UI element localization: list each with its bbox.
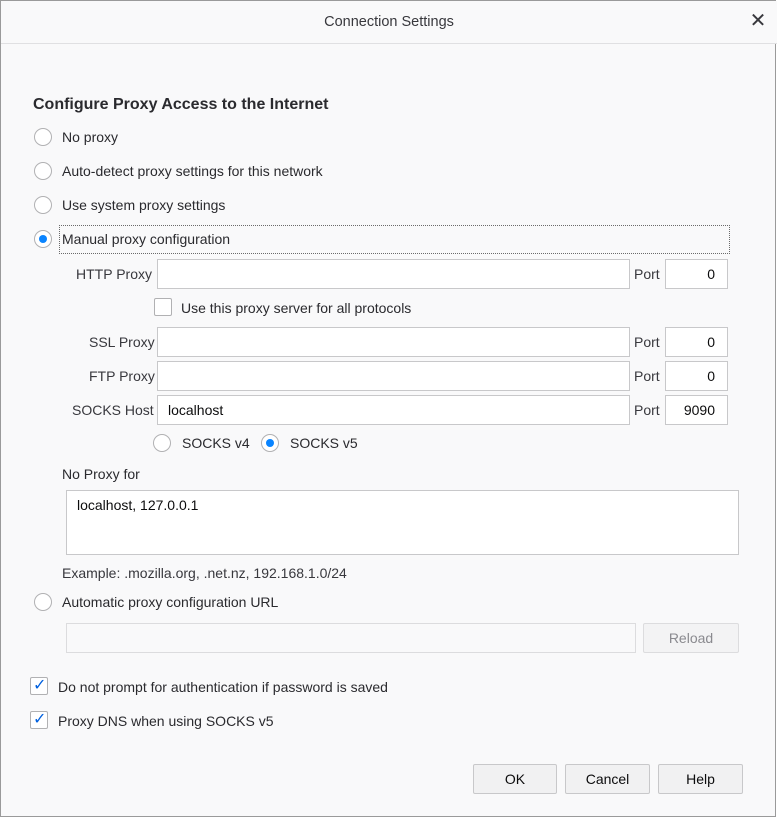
no-proxy-for-label: No Proxy for <box>62 466 140 482</box>
socks-host-label: SOCKS Host <box>72 402 154 418</box>
http-proxy-input[interactable] <box>157 259 630 289</box>
system-proxy-label[interactable]: Use system proxy settings <box>62 197 225 213</box>
auto-detect-radio[interactable] <box>34 162 52 180</box>
system-proxy-radio[interactable] <box>34 196 52 214</box>
all-protocols-label[interactable]: Use this proxy server for all protocols <box>181 300 411 316</box>
ssl-proxy-input[interactable] <box>157 327 630 357</box>
help-button[interactable]: Help <box>658 764 743 794</box>
http-port-input[interactable]: 0 <box>665 259 728 289</box>
cancel-button[interactable]: Cancel <box>565 764 650 794</box>
no-proxy-example: Example: .mozilla.org, .net.nz, 192.168.… <box>62 565 347 581</box>
http-port-label: Port <box>634 266 660 282</box>
socks-v5-label[interactable]: SOCKS v5 <box>290 435 358 451</box>
socks-port-label: Port <box>634 402 660 418</box>
section-heading: Configure Proxy Access to the Internet <box>33 96 329 113</box>
ok-button[interactable]: OK <box>473 764 557 794</box>
connection-settings-dialog: Connection Settings ✕ Configure Proxy Ac… <box>0 0 777 817</box>
socks-v4-radio[interactable] <box>153 434 171 452</box>
reload-button[interactable]: Reload <box>643 623 739 653</box>
auto-config-url-input[interactable] <box>66 623 636 653</box>
close-icon[interactable]: ✕ <box>747 10 769 32</box>
proxy-dns-label[interactable]: Proxy DNS when using SOCKS v5 <box>58 713 274 729</box>
auto-config-url-label[interactable]: Automatic proxy configuration URL <box>62 594 278 610</box>
no-proxy-radio[interactable] <box>34 128 52 146</box>
socks-v5-radio[interactable] <box>261 434 279 452</box>
all-protocols-checkbox[interactable] <box>154 298 172 316</box>
no-proxy-label[interactable]: No proxy <box>62 129 118 145</box>
auto-detect-label[interactable]: Auto-detect proxy settings for this netw… <box>62 163 323 179</box>
ftp-port-label: Port <box>634 368 660 384</box>
socks-host-input[interactable]: localhost <box>157 395 630 425</box>
socks-v4-label[interactable]: SOCKS v4 <box>182 435 250 451</box>
ftp-proxy-label: FTP Proxy <box>89 368 155 384</box>
no-prompt-auth-checkbox[interactable] <box>30 675 48 695</box>
manual-proxy-radio[interactable] <box>34 230 52 248</box>
ftp-proxy-input[interactable] <box>157 361 630 391</box>
ftp-port-input[interactable]: 0 <box>665 361 728 391</box>
dialog-title: Connection Settings <box>324 14 454 30</box>
ssl-port-label: Port <box>634 334 660 350</box>
no-proxy-for-textarea[interactable]: localhost, 127.0.0.1 <box>66 490 739 555</box>
manual-proxy-label[interactable]: Manual proxy configuration <box>62 231 230 247</box>
auto-config-url-radio[interactable] <box>34 593 52 611</box>
ssl-port-input[interactable]: 0 <box>665 327 728 357</box>
ssl-proxy-label: SSL Proxy <box>89 334 155 350</box>
socks-port-input[interactable]: 9090 <box>665 395 728 425</box>
title-bar: Connection Settings ✕ <box>1 1 777 44</box>
proxy-dns-checkbox[interactable] <box>30 709 48 729</box>
no-prompt-auth-label[interactable]: Do not prompt for authentication if pass… <box>58 679 388 695</box>
http-proxy-label: HTTP Proxy <box>76 266 152 282</box>
